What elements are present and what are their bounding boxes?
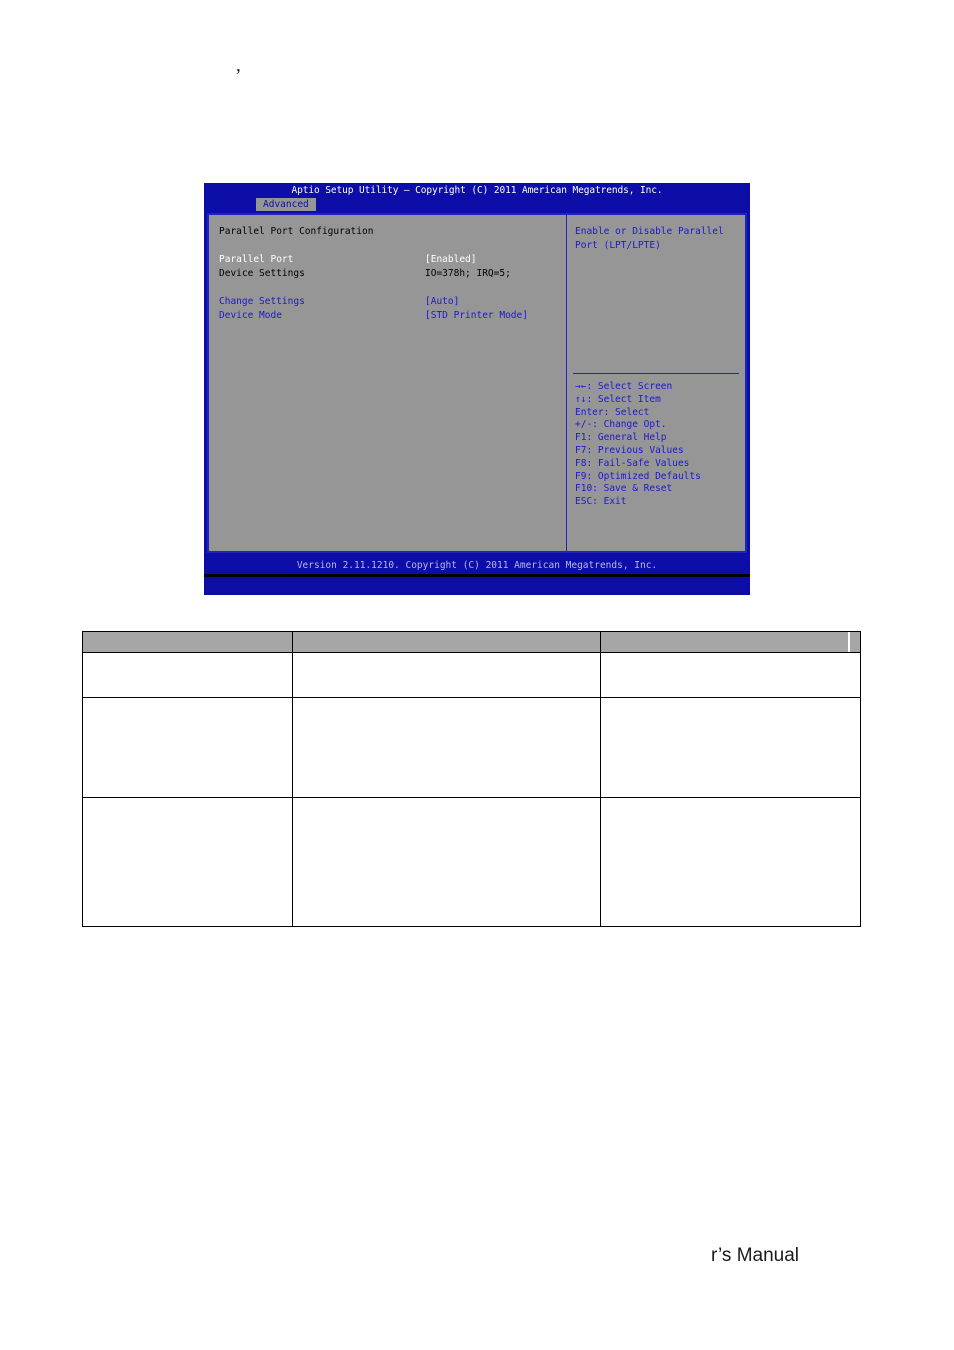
bios-settings-panel: Parallel Port Configuration Parallel Por…	[209, 215, 567, 551]
table-cell	[82, 797, 293, 927]
table-row	[82, 652, 861, 698]
bios-help-panel: Enable or Disable Parallel Port (LPT/LPT…	[567, 215, 745, 551]
tab-advanced[interactable]: Advanced	[256, 198, 316, 211]
table-header-row	[82, 631, 861, 653]
key-legend-select-item: ↑↓: Select Item	[575, 393, 661, 405]
bios-setup-screenshot: Aptio Setup Utility – Copyright (C) 2011…	[204, 183, 750, 595]
table-header-cell-1	[82, 631, 293, 653]
key-legend-select-screen: →←: Select Screen	[575, 381, 673, 392]
key-legend: →←: Select Screen ↑↓: Select Item Enter:…	[575, 381, 741, 509]
setting-row-parallel-port[interactable]: Parallel Port [Enabled]	[219, 253, 566, 267]
setting-value-change-settings[interactable]: [Auto]	[425, 295, 459, 309]
table-row	[82, 797, 861, 927]
setting-label-device-settings: Device Settings	[219, 268, 305, 279]
setting-value-parallel-port[interactable]: [Enabled]	[425, 253, 476, 267]
bios-tab-row: Advanced	[204, 198, 750, 211]
section-title: Parallel Port Configuration	[219, 226, 374, 237]
setting-label-device-mode: Device Mode	[219, 310, 282, 321]
setting-label-parallel-port: Parallel Port	[219, 254, 294, 265]
table-cell	[292, 697, 601, 798]
help-text-line-1: Enable or Disable Parallel	[575, 226, 724, 237]
page-footer-text: r’s Manual	[711, 1245, 800, 1266]
bios-version-bar: Version 2.11.1210. Copyright (C) 2011 Am…	[204, 557, 750, 574]
bios-body: Parallel Port Configuration Parallel Por…	[207, 213, 747, 553]
table-cell	[600, 797, 861, 927]
setting-value-device-settings: IO=378h; IRQ=5;	[425, 268, 511, 279]
table-cell	[82, 697, 293, 798]
setting-value-device-mode[interactable]: [STD Printer Mode]	[425, 309, 528, 323]
table-header-cell-2	[292, 631, 601, 653]
setting-row-change-settings[interactable]: Change Settings [Auto]	[219, 295, 566, 309]
table-header-cell-3	[600, 631, 861, 653]
key-legend-optimized-defaults: F9: Optimized Defaults	[575, 470, 701, 482]
table-cell	[82, 652, 293, 698]
key-legend-change-opt: +/-: Change Opt.	[575, 419, 667, 431]
key-legend-fail-safe-values: F8: Fail-Safe Values	[575, 457, 690, 469]
table-cell	[292, 652, 601, 698]
table-cell	[292, 797, 601, 927]
help-divider	[573, 373, 739, 374]
key-legend-enter-select: Enter: Select	[575, 406, 650, 418]
setting-label-change-settings: Change Settings	[219, 296, 305, 307]
key-legend-previous-values: F7: Previous Values	[575, 444, 684, 456]
table-cell	[600, 652, 861, 698]
bios-bottom-edge	[204, 574, 750, 577]
setting-row-device-settings: Device Settings IO=378h; IRQ=5;	[219, 267, 566, 281]
stray-comma-mark: ,	[236, 55, 241, 76]
setting-row-device-mode[interactable]: Device Mode [STD Printer Mode]	[219, 309, 566, 323]
key-legend-save-reset: F10: Save & Reset	[575, 483, 673, 495]
table-cell	[600, 697, 861, 798]
key-legend-exit: ESC: Exit	[575, 496, 627, 508]
bios-title-bar: Aptio Setup Utility – Copyright (C) 2011…	[204, 183, 750, 198]
key-legend-general-help: F1: General Help	[575, 432, 667, 444]
settings-description-table	[82, 631, 861, 927]
table-row	[82, 697, 861, 798]
help-text-line-2: Port (LPT/LPTE)	[575, 240, 661, 251]
